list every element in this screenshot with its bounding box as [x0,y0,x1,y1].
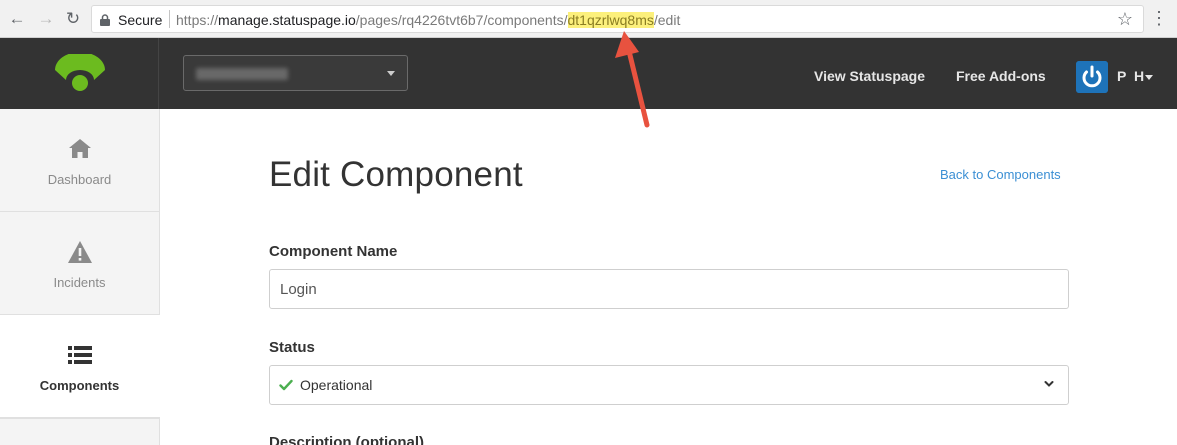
status-select[interactable]: Operational [269,365,1069,405]
redacted-page-name [196,68,288,80]
sidebar-item-label: Components [39,378,120,393]
component-name-input[interactable] [269,269,1069,309]
user-initials[interactable]: P H [1117,68,1146,84]
forward-arrow-icon[interactable]: → [37,10,55,28]
sidebar-nav: Dashboard Incidents Components [0,109,160,445]
secure-label: Secure [118,12,163,28]
sidebar-item-dashboard[interactable]: Dashboard [0,109,160,212]
page-title: Edit Component [269,155,523,194]
list-icon [68,346,92,364]
view-statuspage-link[interactable]: View Statuspage [814,68,925,84]
page-selector-dropdown[interactable] [183,55,408,91]
url-host: manage.statuspage.io [218,12,356,28]
annotation-arrow [615,31,650,128]
statuspage-logo-icon[interactable] [53,54,107,92]
url-path: /pages/rq4226tvt6b7/components/ [355,12,568,28]
url-separator [169,10,170,28]
status-value: Operational [300,377,373,393]
logo-area [0,38,159,109]
description-label: Description (optional) [269,434,424,445]
sidebar-item-next[interactable] [0,418,160,445]
sidebar-item-label: Incidents [53,275,106,290]
status-label: Status [269,339,315,356]
browser-menu-icon[interactable]: ⋮ [1150,8,1168,28]
sidebar-item-components[interactable]: Components [0,315,160,418]
url-prefix: https:// [176,12,219,28]
browser-toolbar: ← → ↻ Secure https://manage.statuspage.i… [0,0,1177,38]
component-name-label: Component Name [269,243,398,260]
user-avatar[interactable] [1076,61,1108,93]
bookmark-star-icon[interactable]: ☆ [1117,9,1133,30]
sidebar-item-label: Dashboard [47,172,112,187]
user-caret-down-icon[interactable] [1145,75,1153,80]
check-icon [279,379,293,391]
reload-icon[interactable]: ↻ [64,10,82,28]
back-to-components-link[interactable]: Back to Components [940,167,1061,182]
app-header: View Statuspage Free Add-ons P H [0,38,1177,109]
warning-icon [68,241,92,263]
lock-icon [100,14,110,26]
chevron-down-icon [1044,381,1054,387]
caret-down-icon [387,71,395,76]
back-arrow-icon[interactable]: ← [8,10,26,28]
sidebar-item-incidents[interactable]: Incidents [0,212,160,315]
free-addons-link[interactable]: Free Add-ons [956,68,1046,84]
home-icon [69,139,91,158]
